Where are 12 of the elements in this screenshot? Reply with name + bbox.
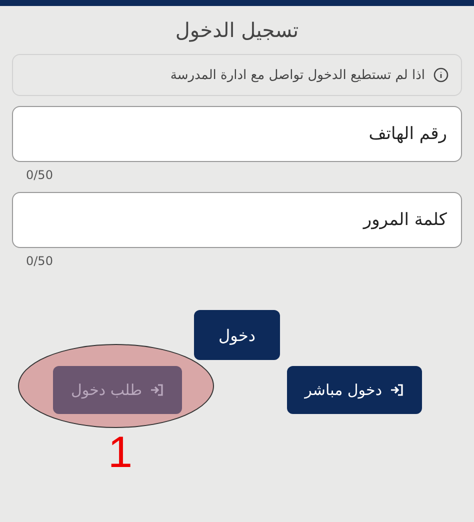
login-action-button[interactable]: دخول مباشر — [286, 366, 422, 414]
page-title: تسجيل الدخول — [175, 18, 299, 42]
character-counter: 0/50 — [26, 168, 53, 182]
notice-text: اذا لم تستطيع الدخول تواصل مع ادارة المدرسة — [170, 68, 425, 82]
info-icon — [433, 67, 449, 83]
login-button[interactable]: دخول — [194, 310, 280, 360]
login-icon — [390, 383, 404, 397]
character-counter: 0/50 — [26, 254, 53, 268]
annotation-number: 1 — [108, 428, 132, 478]
login-icon — [150, 383, 164, 397]
input-field[interactable]: كلمة المرور — [12, 192, 462, 248]
input-field[interactable]: رقم الهاتف — [12, 106, 462, 162]
